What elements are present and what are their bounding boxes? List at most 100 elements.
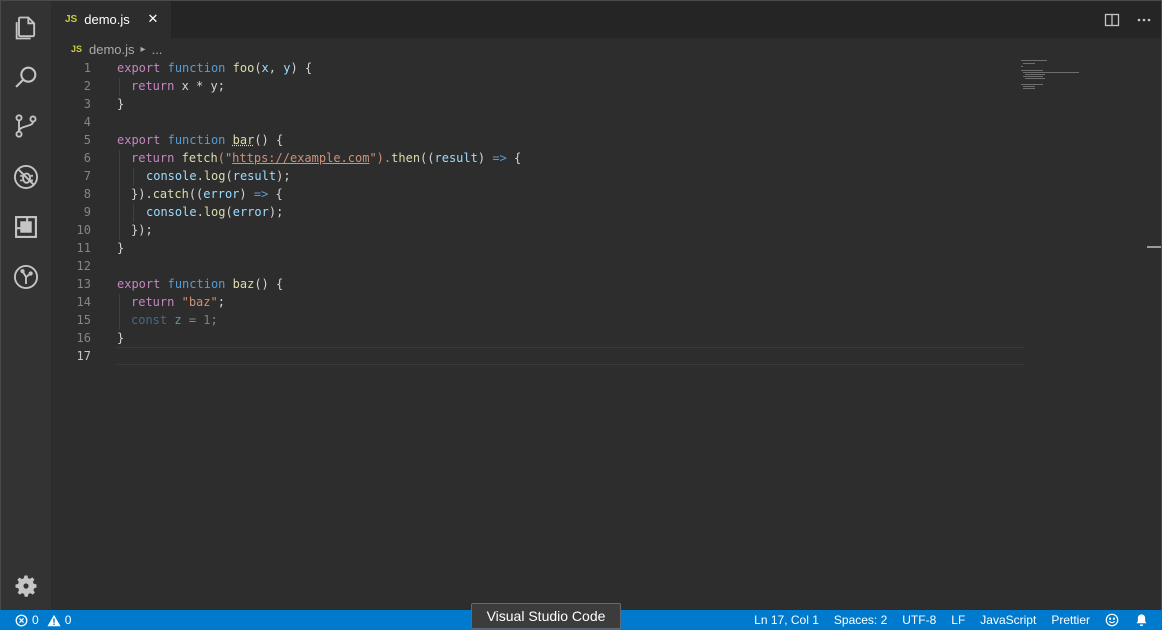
code-line: } (117, 97, 125, 111)
editor-pane[interactable]: 1 2 3 4 5 6 7 8 9 10 11 12 13 14 15 16 17 export functio… (51, 60, 1161, 611)
minimap-line (1023, 76, 1043, 77)
token: }). (131, 187, 153, 201)
line-number: 4 (83, 115, 91, 129)
error-count: 0 (32, 613, 39, 627)
vscode-window: JS demo.js ✕ JS demo.js ▸ ... 1234567891… (0, 0, 1162, 630)
chevron-right-icon: ▸ (140, 43, 146, 55)
search-icon[interactable] (11, 62, 41, 92)
formatter[interactable]: Prettier (1051, 613, 1090, 627)
tab-label: demo.js (84, 12, 130, 27)
code-line: } (117, 331, 125, 345)
end-of-line[interactable]: LF (951, 613, 965, 627)
indent-guide (133, 204, 134, 222)
token: ) (477, 151, 493, 165)
token: ); (268, 205, 284, 219)
bell-icon[interactable] (1134, 613, 1148, 627)
more-actions-icon[interactable] (1135, 11, 1153, 29)
minimap-line (1025, 78, 1045, 79)
token: function (167, 277, 226, 291)
line-number: 13 (76, 277, 91, 291)
minimap-line (1021, 70, 1043, 71)
token: log (203, 169, 226, 183)
token: fetch (181, 151, 218, 165)
token: function (167, 61, 226, 75)
token: (" (217, 151, 233, 165)
token: () { (254, 133, 284, 147)
code-line: console.log(result); (146, 168, 291, 186)
line-number: 3 (83, 97, 91, 111)
source-control-icon[interactable] (11, 111, 41, 141)
explorer-icon[interactable] (11, 13, 41, 43)
code-line: const z = 1; (131, 312, 218, 330)
token: ) { (290, 61, 313, 75)
code-line: return fetch("https://example.com").then… (131, 150, 521, 168)
line-number: 11 (76, 241, 91, 255)
minimap[interactable] (1021, 60, 1091, 100)
line-number: 16 (76, 331, 91, 345)
code-line: return "baz"; (131, 294, 225, 312)
token: ( (225, 205, 233, 219)
token: , (268, 61, 284, 75)
line-number: 8 (83, 187, 91, 201)
breadcrumb: JS demo.js ▸ ... (51, 38, 1161, 60)
git-lens-icon[interactable] (11, 262, 41, 292)
line-number: 9 (83, 205, 91, 219)
indent-guide (119, 78, 120, 96)
tabs-bar: JS demo.js ✕ (51, 1, 1161, 38)
warning-count: 0 (64, 613, 72, 627)
token: (( (420, 151, 435, 165)
code-line: }).catch((error) => { (131, 186, 283, 204)
token: catch (152, 187, 189, 201)
url-link[interactable]: https://example.com (232, 151, 369, 165)
error-icon (14, 613, 28, 627)
scrollbar-indicator[interactable] (1147, 246, 1161, 248)
indentation[interactable]: Spaces: 2 (834, 613, 887, 627)
line-number: 10 (76, 223, 91, 237)
feedback-smiley-icon[interactable] (1105, 613, 1119, 627)
token: "baz" (181, 295, 218, 309)
minimap-line (1023, 86, 1035, 87)
token: then (391, 151, 421, 165)
debug-icon[interactable] (11, 162, 41, 192)
token: return (131, 151, 175, 165)
token: x * y; (174, 79, 225, 93)
tooltip: Visual Studio Code (471, 603, 621, 629)
line-number: 14 (76, 295, 91, 309)
tab-demo-js[interactable]: JS demo.js ✕ (51, 1, 171, 38)
minimap-line (1021, 60, 1047, 61)
problems-summary[interactable]: 0 0 (14, 610, 71, 630)
encoding[interactable]: UTF-8 (902, 613, 936, 627)
token: export (117, 133, 161, 147)
code-line: }); (131, 223, 153, 237)
split-editor-icon[interactable] (1103, 11, 1121, 29)
minimap-line (1025, 74, 1045, 75)
token: => (492, 151, 507, 165)
current-line-highlight (117, 347, 1025, 365)
token: x (261, 61, 269, 75)
token: ) (239, 187, 254, 201)
close-icon[interactable]: ✕ (145, 11, 161, 27)
line-number: 5 (83, 133, 91, 147)
token: foo (232, 61, 255, 75)
line-number: 2 (83, 79, 91, 93)
indent-guide (119, 294, 120, 330)
token: 1 (203, 313, 211, 327)
token: ( (225, 169, 233, 183)
code-line: export function bar() { (117, 132, 283, 150)
gear-icon[interactable] (11, 571, 41, 601)
language-mode[interactable]: JavaScript (980, 613, 1036, 627)
extensions-icon[interactable] (11, 212, 41, 242)
cursor-position[interactable]: Ln 17, Col 1 (754, 613, 819, 627)
token: { (268, 187, 283, 201)
line-number: 1 (83, 61, 91, 75)
token: const (131, 313, 168, 327)
breadcrumb-file[interactable]: demo.js (89, 42, 135, 57)
token: { (506, 151, 522, 165)
breadcrumb-more[interactable]: ... (152, 42, 163, 57)
